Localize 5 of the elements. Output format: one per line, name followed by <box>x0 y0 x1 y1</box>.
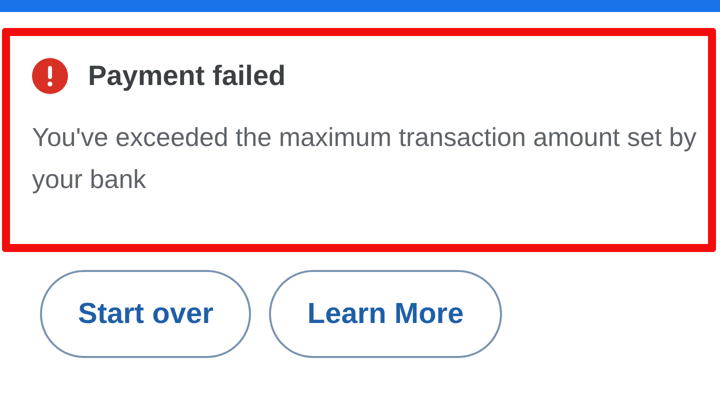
alert-message: You've exceeded the maximum transaction amount set by your bank <box>32 121 698 196</box>
alert-title: Payment failed <box>88 60 286 92</box>
error-icon <box>32 58 68 94</box>
action-button[interactable]: Start over <box>40 270 252 358</box>
action-button[interactable]: Learn More <box>269 270 502 358</box>
